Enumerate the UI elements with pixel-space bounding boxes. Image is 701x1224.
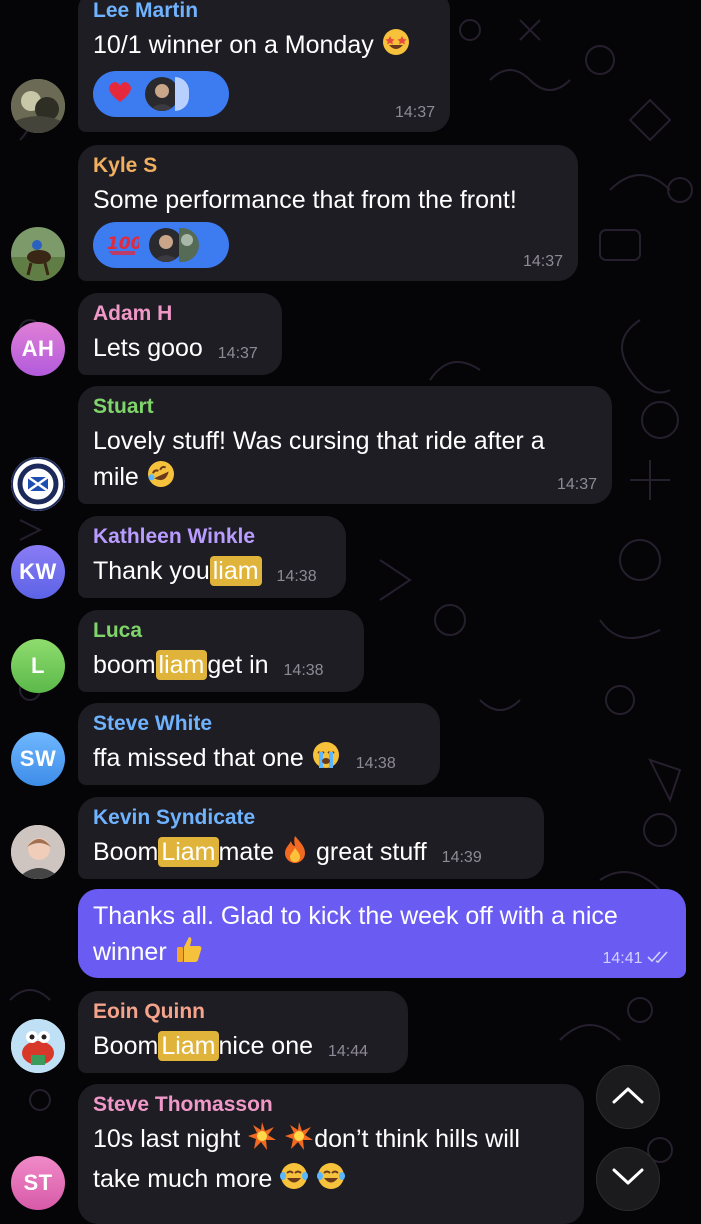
message-text-line1: 10s last night — [93, 1125, 241, 1153]
message-text-line1: Lovely stuff! Was cursing that ride afte… — [93, 427, 545, 455]
message-text: ffa missed that one — [93, 744, 304, 772]
chevron-up-icon — [611, 1085, 645, 1110]
reactor-avatar-partial — [175, 77, 189, 111]
reactor-avatar-partial — [179, 228, 199, 262]
rolling-on-floor-laughing-emoji — [146, 459, 176, 499]
message-time: 14:37 — [522, 253, 563, 270]
message-text: Boom — [93, 838, 159, 866]
loudly-crying-emoji — [311, 740, 341, 780]
collision-emoji — [284, 1121, 314, 1161]
message-bubble[interactable]: Kathleen Winkle Thank you liam 14:38 — [78, 516, 346, 598]
message-time: 14:41 — [602, 950, 643, 967]
avatar[interactable]: KW — [11, 545, 65, 599]
message-bubble[interactable]: Lee Martin 10/1 winner on a Monday 14:37 — [78, 0, 450, 132]
message-time: 14:37 — [394, 104, 435, 121]
reaction-pill[interactable] — [93, 71, 229, 117]
message-text-line1-b: don’t think hills will — [314, 1125, 520, 1153]
message-text: Boom — [93, 1032, 159, 1060]
sender-name: Lee Martin — [93, 0, 199, 22]
message-time: 14:37 — [556, 476, 597, 493]
avatar[interactable] — [11, 1019, 65, 1073]
message-text-after: mate — [218, 838, 275, 866]
sender-name: Stuart — [93, 395, 154, 418]
sender-name: Steve Thomasson — [93, 1093, 273, 1116]
message-time: 14:38 — [355, 755, 396, 772]
scroll-up-button[interactable] — [596, 1065, 660, 1129]
message-text-line2: mile — [93, 463, 139, 491]
avatar[interactable] — [11, 79, 65, 133]
sender-name: Adam H — [93, 302, 173, 325]
avatar[interactable] — [11, 457, 65, 511]
message-bubble[interactable]: Steve White ffa missed that one 14:38 — [78, 703, 440, 785]
sender-name: Eoin Quinn — [93, 1000, 205, 1023]
message-text-after2: great stuff — [316, 838, 427, 866]
fire-emoji — [281, 834, 309, 874]
message-text: Lets gooo — [93, 334, 203, 362]
hundred-points-icon: 100 — [107, 231, 143, 260]
avatar[interactable]: AH — [11, 322, 65, 376]
reaction-pill[interactable]: 100 — [93, 222, 229, 268]
message-text: Some performance that from the front! — [93, 186, 517, 214]
chevron-down-icon — [611, 1167, 645, 1192]
mention-tag[interactable]: liam — [209, 556, 262, 586]
sender-name: Luca — [93, 619, 143, 642]
message-bubble[interactable]: Eoin Quinn Boom Liam nice one 14:44 — [78, 991, 408, 1073]
message-text-after: get in — [207, 651, 269, 679]
face-with-tears-of-joy-emoji — [316, 1161, 346, 1201]
scroll-down-button[interactable] — [596, 1147, 660, 1211]
avatar[interactable] — [11, 825, 65, 879]
star-struck-emoji — [381, 27, 411, 67]
sender-name: Kyle S — [93, 154, 158, 177]
avatar-initials: AH — [21, 336, 55, 361]
message-text: 10/1 winner on a Monday — [93, 31, 374, 59]
message-time: 14:39 — [441, 849, 482, 866]
avatar-initials: KW — [19, 559, 57, 584]
mention-tag[interactable]: Liam — [158, 1031, 219, 1061]
message-bubble[interactable]: Kevin Syndicate Boom Liam mate great stuff… — [78, 797, 544, 879]
message-bubble[interactable]: Kyle S Some performance that from the fr… — [78, 145, 578, 281]
message-text-after: nice one — [218, 1032, 314, 1060]
avatar-initials: ST — [23, 1170, 53, 1195]
sender-name: Kathleen Winkle — [93, 525, 256, 548]
mention-tag[interactable]: Liam — [158, 837, 219, 867]
collision-emoji — [247, 1121, 277, 1161]
message-bubble[interactable]: Adam H Lets gooo 14:37 — [78, 293, 282, 375]
message-text-line1: Thanks all. Glad to kick the week off wi… — [93, 902, 618, 930]
message-time: 14:38 — [283, 662, 324, 679]
avatar[interactable]: SW — [11, 732, 65, 786]
message-time: 14:37 — [217, 345, 258, 362]
message-text-line2: take much more — [93, 1165, 273, 1193]
message-bubble[interactable]: Stuart Lovely stuff! Was cursing that ri… — [78, 386, 612, 504]
message-text: Thank you — [93, 557, 210, 585]
outgoing-message-bubble[interactable]: Thanks all. Glad to kick the week off wi… — [78, 889, 686, 978]
message-time: 14:44 — [327, 1043, 369, 1060]
mention-tag[interactable]: liam — [155, 650, 208, 680]
message-text-line2: winner — [93, 938, 167, 966]
message-bubble[interactable]: Steve Thomasson 10s last night don’t thi… — [78, 1084, 584, 1224]
face-with-tears-of-joy-emoji — [279, 1161, 309, 1201]
avatar-initials: L — [31, 653, 45, 678]
svg-text:100: 100 — [107, 234, 139, 254]
avatar[interactable]: L — [11, 639, 65, 693]
red-heart-icon — [107, 80, 133, 109]
thumbs-up-emoji — [174, 934, 204, 974]
message-text: boom — [93, 651, 156, 679]
avatar[interactable]: ST — [11, 1156, 65, 1210]
message-time: 14:38 — [276, 568, 317, 585]
sender-name: Steve White — [93, 712, 213, 735]
avatar-initials: SW — [19, 746, 57, 771]
sender-name: Kevin Syndicate — [93, 806, 256, 829]
double-check-icon — [647, 950, 671, 967]
message-bubble[interactable]: Luca boom liam get in 14:38 — [78, 610, 364, 692]
avatar[interactable] — [11, 227, 65, 281]
